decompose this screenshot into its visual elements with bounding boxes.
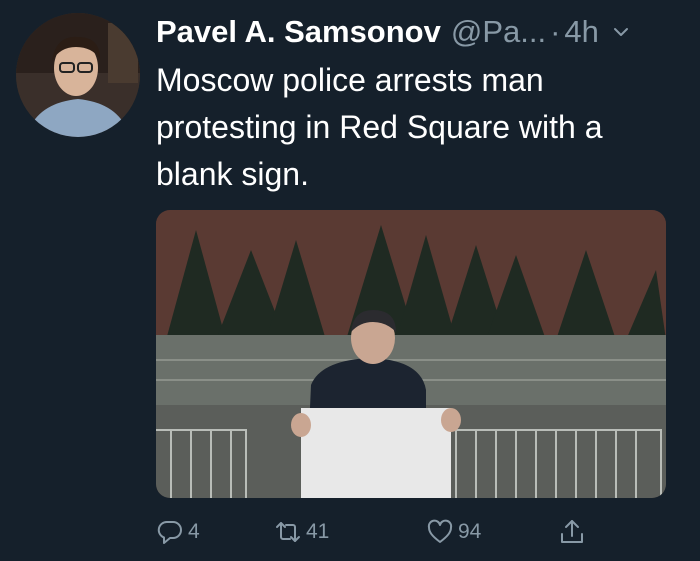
retweet-icon <box>274 518 302 546</box>
reply-icon <box>156 518 184 546</box>
tweet: Pavel A. Samsonov @Pa... · 4h Moscow pol… <box>0 0 700 561</box>
separator: · <box>550 14 561 49</box>
tweet-header: Pavel A. Samsonov @Pa... · 4h <box>156 12 696 52</box>
chevron-down-icon[interactable] <box>613 24 629 40</box>
like-button[interactable]: 94 <box>426 512 481 552</box>
reply-count: 4 <box>188 520 200 543</box>
share-button[interactable] <box>558 512 586 552</box>
tweet-text: Moscow police arrests man protesting in … <box>156 62 603 192</box>
like-count: 94 <box>458 520 482 543</box>
avatar[interactable] <box>16 13 140 137</box>
tweet-actions: 4 41 94 <box>156 512 596 552</box>
tweet-photo[interactable] <box>156 210 666 498</box>
author-name[interactable]: Pavel A. Samsonov <box>156 14 441 50</box>
reply-button[interactable]: 4 <box>156 512 200 552</box>
share-icon <box>558 518 586 546</box>
retweet-count: 41 <box>306 520 330 543</box>
author-handle[interactable]: @Pa... <box>451 14 546 50</box>
like-icon <box>426 518 454 546</box>
timestamp[interactable]: 4h <box>564 14 598 50</box>
avatar-image <box>16 13 140 137</box>
retweet-button[interactable]: 41 <box>274 512 329 552</box>
